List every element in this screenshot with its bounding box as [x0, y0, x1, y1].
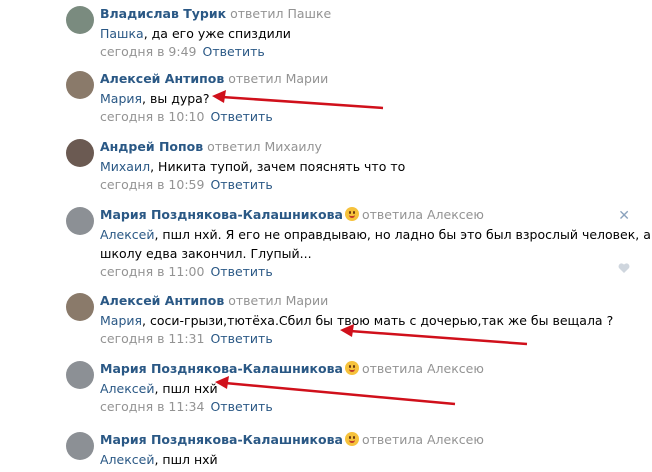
emoji-icon: [344, 207, 359, 221]
comment-meta: сегодня в 10:59 Ответить: [100, 176, 622, 194]
reply-action-text: ответил Марии: [228, 71, 329, 86]
reply-button[interactable]: Ответить: [210, 331, 272, 346]
mention-link[interactable]: Мария: [100, 313, 142, 328]
comment-text: Мария, соси-грызи,тютёха.Сбил бы твою ма…: [100, 311, 622, 330]
author-link[interactable]: Мария Позднякова-Калашникова: [100, 432, 343, 447]
comment-text: Алексей, пшл нхй. Я его не оправдываю, н…: [100, 225, 652, 244]
avatar[interactable]: [66, 71, 94, 99]
comment-header: Алексей Антипов ответил Марии: [100, 71, 622, 87]
comment-text: Михаил, Никита тупой, зачем пояснять что…: [100, 157, 622, 176]
author-link[interactable]: Алексей Антипов: [100, 71, 224, 86]
avatar[interactable]: [66, 293, 94, 321]
author-link[interactable]: Андрей Попов: [100, 139, 203, 154]
timestamp[interactable]: сегодня в 11:34: [100, 399, 204, 414]
author-link[interactable]: Мария Позднякова-Калашникова: [100, 207, 343, 222]
avatar[interactable]: [66, 361, 94, 389]
reply-button[interactable]: Ответить: [210, 177, 272, 192]
comment-message: , соси-грызи,тютёха.Сбил бы твою мать с …: [142, 313, 614, 328]
comment-body: Мария Позднякова-Калашникова ответила Але…: [100, 207, 652, 281]
comment-body: Алексей Антипов ответил Марии Мария, вы …: [100, 71, 622, 126]
comment-meta: сегодня в 9:49 Ответить: [100, 43, 622, 61]
avatar[interactable]: [66, 6, 94, 34]
reply-button[interactable]: Ответить: [210, 399, 272, 414]
timestamp[interactable]: сегодня в 11:00: [100, 264, 204, 279]
comment-meta: сегодня в 11:31 Ответить: [100, 330, 622, 348]
comment-header: Мария Позднякова-Калашникова ответила Але…: [100, 361, 622, 377]
comment-header: Владислав Турик ответил Пашке: [100, 6, 622, 22]
timestamp[interactable]: сегодня в 10:59: [100, 177, 204, 192]
close-icon[interactable]: ✕: [618, 208, 630, 224]
avatar[interactable]: [66, 432, 94, 460]
comment-message: , Никита тупой, зачем пояснять что то: [150, 159, 406, 174]
mention-link[interactable]: Алексей: [100, 381, 154, 396]
reply-button[interactable]: Ответить: [210, 264, 272, 279]
avatar[interactable]: [66, 139, 94, 167]
comment-meta: сегодня в 11:00 Ответить: [100, 263, 622, 281]
comment-text-line-2: школу едва закончил. Глупый...: [100, 246, 312, 261]
mention-link[interactable]: Пашка: [100, 26, 144, 41]
comment-body: Андрей Попов ответил Михаилу Михаил, Ник…: [100, 139, 622, 194]
comment-message: , пшл нхй. Я его не оправдываю, но ладно…: [154, 227, 652, 242]
author-link[interactable]: Мария Позднякова-Калашникова: [100, 361, 343, 376]
reply-action-text: ответил Михаилу: [207, 139, 322, 154]
comment-header: Андрей Попов ответил Михаилу: [100, 139, 622, 155]
comment-meta: сегодня в 10:10 Ответить: [100, 108, 622, 126]
avatar[interactable]: [66, 207, 94, 235]
comment-meta: сегодня в 11:34 Ответить: [100, 398, 622, 416]
reply-action-text: ответила Алексею: [361, 361, 484, 376]
reply-action-text: ответила Алексею: [361, 207, 484, 222]
comment-text: Алексей, пшл нхй: [100, 450, 622, 469]
heart-icon[interactable]: [618, 262, 630, 274]
mention-link[interactable]: Михаил: [100, 159, 150, 174]
comment-message: , да его уже спиздили: [143, 26, 291, 41]
comment-text: Пашка, да его уже спиздили: [100, 24, 622, 43]
comment-text: Мария, вы дура?: [100, 89, 622, 108]
reply-action-text: ответил Марии: [228, 293, 329, 308]
comment-body: Алексей Антипов ответил Марии Мария, сос…: [100, 293, 622, 348]
comment-header: Мария Позднякова-Калашникова ответила Але…: [100, 207, 622, 223]
reply-action-text: ответила Алексею: [361, 432, 484, 447]
author-link[interactable]: Алексей Антипов: [100, 293, 224, 308]
comment-body: Мария Позднякова-Калашникова ответила Але…: [100, 361, 622, 416]
comment-body: Мария Позднякова-Калашникова ответила Але…: [100, 432, 622, 469]
mention-link[interactable]: Мария: [100, 91, 142, 106]
comment-message: , пшл нхй: [154, 381, 218, 396]
reply-button[interactable]: Ответить: [203, 44, 265, 59]
emoji-icon: [344, 432, 359, 446]
comment-header: Мария Позднякова-Калашникова ответила Але…: [100, 432, 622, 448]
author-link[interactable]: Владислав Турик: [100, 6, 226, 21]
mention-link[interactable]: Алексей: [100, 452, 154, 467]
timestamp[interactable]: сегодня в 10:10: [100, 109, 204, 124]
comment-message: , пшл нхй: [154, 452, 218, 467]
emoji-icon: [344, 361, 359, 375]
reply-button[interactable]: Ответить: [210, 109, 272, 124]
reply-action-text: ответил Пашке: [230, 6, 332, 21]
timestamp[interactable]: сегодня в 9:49: [100, 44, 197, 59]
comment-body: Владислав Турик ответил Пашке Пашка, да …: [100, 6, 622, 61]
comment-message: , вы дура?: [142, 91, 210, 106]
comment-text: Алексей, пшл нхй: [100, 379, 622, 398]
comment-header: Алексей Антипов ответил Марии: [100, 293, 622, 309]
mention-link[interactable]: Алексей: [100, 227, 154, 242]
timestamp[interactable]: сегодня в 11:31: [100, 331, 204, 346]
